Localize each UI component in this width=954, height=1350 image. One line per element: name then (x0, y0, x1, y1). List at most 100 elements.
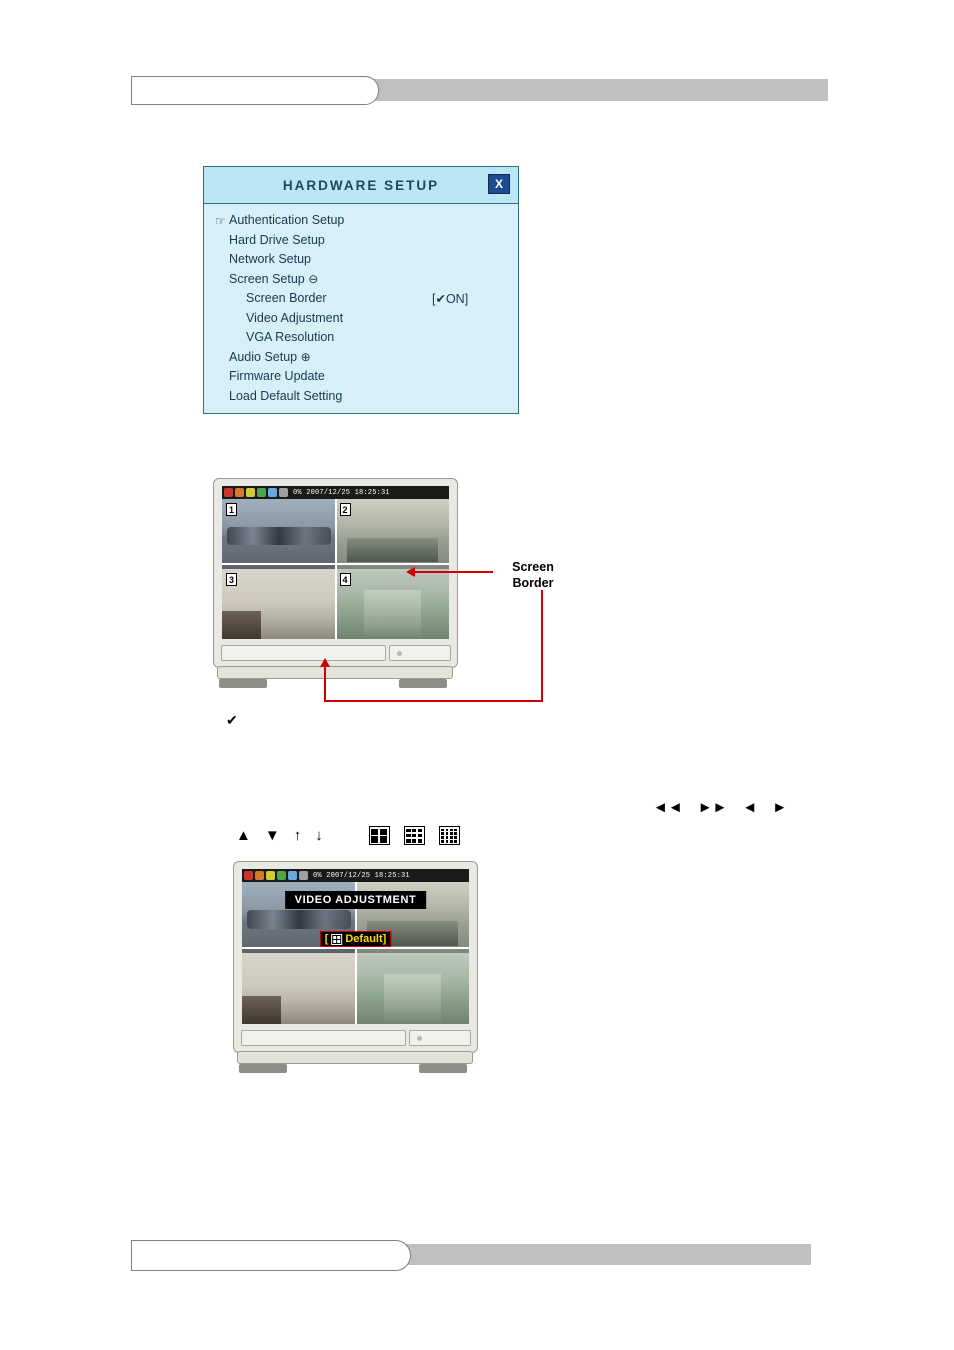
camera-channel-4[interactable]: 4 (335, 569, 449, 639)
hardware-setup-dialog: HARDWARE SETUP X ☞ Authentication Setup … (203, 166, 519, 414)
status-text: 0% 2007/12/25 18:25:31 (293, 488, 390, 497)
osd-status-bar: 0% 2007/12/25 18:25:31 (222, 486, 449, 499)
menu-item-label: Screen Setup ⊖ (229, 272, 318, 286)
header-title-box (131, 76, 379, 105)
prev-icon[interactable]: ◄ (742, 800, 757, 815)
record-icon (244, 871, 253, 880)
menu-item-vga-resolution[interactable]: VGA Resolution (204, 330, 518, 350)
network-icon (257, 488, 266, 497)
channel-number-badge: 3 (226, 573, 238, 586)
callout-arrow-head-up (320, 658, 330, 667)
menu-item-label: VGA Resolution (246, 330, 335, 344)
arrow-up-filled-icon[interactable]: ▲ (236, 828, 251, 843)
status-text: 0% 2007/12/25 18:25:31 (313, 871, 410, 880)
callout-line-vertical-right (541, 590, 543, 702)
collapse-minus-icon[interactable]: ⊖ (308, 272, 318, 286)
callout-line-horizontal-bottom (324, 700, 543, 702)
dvr-illustration-top: 0% 2007/12/25 18:25:31 1 2 3 4 (213, 478, 478, 693)
quad-split-icon[interactable] (368, 826, 390, 845)
bracket-open: [ (324, 933, 329, 945)
menu-item-network-setup[interactable]: Network Setup (204, 252, 518, 272)
callout-line-vertical-left (324, 667, 326, 702)
dvr-illustration-bottom: 0% 2007/12/25 18:25:31 VIDEO ADJUSTMENT … (233, 861, 498, 1081)
power-led-icon (417, 1036, 422, 1041)
video-adjustment-title: VIDEO ADJUSTMENT (284, 891, 427, 909)
hdd-icon (288, 871, 297, 880)
camera-channel-3[interactable]: 3 (222, 569, 336, 639)
camera-scene (355, 953, 469, 1024)
callout-line-2: Border (512, 576, 554, 590)
dvr-foot-left (219, 679, 267, 688)
nine-split-icon[interactable] (403, 826, 425, 845)
rewind-icon[interactable]: ◄◄ (653, 800, 683, 815)
expand-plus-icon[interactable]: ⊕ (301, 350, 311, 364)
callout-screen-border-label: Screen Border (493, 559, 573, 591)
channel-number-badge: 1 (226, 503, 238, 516)
video-adjustment-default-field[interactable]: [ Default] (319, 931, 392, 947)
arrow-down-filled-icon[interactable]: ▼ (265, 828, 280, 843)
camera-scene (242, 953, 356, 1024)
footer-gray-bar (406, 1244, 811, 1265)
menu-item-label: Network Setup (229, 252, 311, 266)
menu-item-audio-setup[interactable]: Audio Setup ⊕ (204, 350, 518, 370)
camera-channel-2[interactable]: 2 (335, 499, 449, 569)
menu-item-hard-drive-setup[interactable]: Hard Drive Setup (204, 233, 518, 253)
header-gray-bar (374, 79, 828, 101)
bullet-check-icon: ✔ (226, 712, 238, 728)
menu-item-screen-border[interactable]: Screen Border [✔ON] (204, 291, 518, 311)
dvr-display-bottom: 0% 2007/12/25 18:25:31 VIDEO ADJUSTMENT … (242, 869, 469, 1024)
camera-channel-3[interactable] (242, 953, 356, 1024)
camera-scene (335, 499, 449, 569)
record-icon (224, 488, 233, 497)
menu-item-label: Screen Border (246, 291, 327, 305)
page-title: HARDWARE SETUP (282, 177, 440, 193)
hdd-icon (268, 488, 277, 497)
motion-icon (266, 871, 275, 880)
dvr-front-panel-left (221, 645, 386, 661)
channel-number-badge: 2 (339, 503, 351, 516)
camera-scene (222, 569, 336, 639)
power-led-icon (397, 651, 402, 656)
menu-item-label: Audio Setup ⊕ (229, 350, 311, 364)
alarm-icon (255, 871, 264, 880)
quad-split-icon (331, 933, 343, 945)
menu-item-authentication-setup[interactable]: ☞ Authentication Setup (204, 213, 518, 233)
navigation-key-glyph-row: ▲ ▼ ↑ ↓ (236, 826, 460, 845)
osd-status-bar: 0% 2007/12/25 18:25:31 (242, 869, 469, 882)
menu-item-label: Authentication Setup (229, 213, 345, 227)
menu-item-video-adjustment[interactable]: Video Adjustment (204, 311, 518, 331)
menu-item-label: Video Adjustment (246, 310, 344, 325)
menu-item-label: Load Default Setting (229, 388, 343, 403)
dialog-menu-list: ☞ Authentication Setup Hard Drive Setup … (204, 204, 518, 408)
cursor-icon: ☞ (215, 214, 226, 228)
screen-border-vertical (334, 499, 337, 639)
sixteen-split-icon[interactable] (438, 826, 460, 845)
page-header (131, 76, 828, 106)
channel-number-badge: 4 (339, 573, 351, 586)
playback-key-glyph-row: ◄◄ ►► ◄ ► (653, 800, 787, 815)
fast-forward-icon[interactable]: ►► (698, 800, 728, 815)
dvr-foot-left (239, 1064, 287, 1073)
screen-border-horizontal (222, 562, 449, 565)
motion-icon (246, 488, 255, 497)
footer-title-box (131, 1240, 411, 1271)
menu-item-load-default-setting[interactable]: Load Default Setting (204, 389, 518, 409)
camera-channel-1[interactable]: 1 (222, 499, 336, 569)
dvr-foot-right (419, 1064, 467, 1073)
camera-scene (335, 569, 449, 639)
camera-scene (222, 499, 336, 569)
callout-line-horizontal-top (415, 571, 493, 573)
menu-item-screen-setup[interactable]: Screen Setup ⊖ (204, 272, 518, 292)
page-footer (131, 1240, 811, 1272)
menu-item-firmware-update[interactable]: Firmware Update (204, 369, 518, 389)
menu-item-label: Firmware Update (229, 369, 325, 383)
dvr-stand (217, 666, 453, 679)
screen-border-value[interactable]: [✔ON] (432, 291, 468, 306)
camera-channel-4[interactable] (355, 953, 469, 1024)
arrow-down-thin-icon[interactable]: ↓ (315, 828, 323, 843)
close-icon[interactable]: X (488, 174, 510, 194)
dialog-title-bar: HARDWARE SETUP X (204, 167, 518, 204)
next-icon[interactable]: ► (772, 800, 787, 815)
arrow-up-thin-icon[interactable]: ↑ (294, 828, 302, 843)
usb-icon (279, 488, 288, 497)
